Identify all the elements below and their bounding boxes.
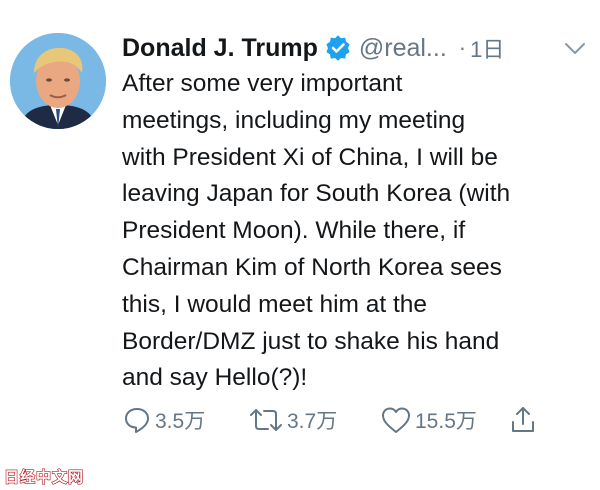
like-button[interactable]: 15.5万 (380, 403, 477, 437)
share-icon (508, 405, 538, 435)
reply-count: 3.5万 (155, 410, 206, 433)
tweet-actions: 3.5万 3.7万 15.5万 (122, 403, 562, 437)
author-handle[interactable]: @real... (359, 34, 447, 63)
tweet-text-line: After some very important (122, 70, 403, 97)
tweet-text-line: this, I would meet him at the (122, 290, 428, 318)
tweet-text-line: President Moon). While there, if (122, 217, 466, 245)
retweet-icon (248, 405, 284, 435)
share-button[interactable] (508, 403, 538, 437)
tweet-text: After some very important meetings, incl… (122, 66, 592, 397)
chevron-down-icon[interactable] (562, 38, 588, 58)
retweet-button[interactable]: 3.7万 (248, 403, 337, 437)
tweet-text-line: meetings, including my meeting (122, 106, 466, 134)
source-watermark: 日经中文网 (3, 468, 85, 486)
author-name[interactable]: Donald J. Trump (122, 34, 318, 63)
verified-badge-icon (325, 35, 351, 61)
tweet-timestamp[interactable]: 1日 (470, 32, 504, 64)
like-count: 15.5万 (415, 410, 477, 433)
tweet-text-line: leaving Japan for South Korea (with (122, 180, 511, 208)
reply-icon (122, 405, 152, 435)
tweet-text-line: and say Hello(?)! (122, 364, 308, 392)
tweet-header: Donald J. Trump @real... · 1日 (122, 30, 504, 66)
header-separator: · (458, 35, 467, 60)
retweet-count: 3.7万 (287, 410, 338, 433)
tweet-text-line: Border/DMZ just to shake his hand (122, 327, 500, 355)
reply-button[interactable]: 3.5万 (122, 403, 205, 437)
tweet-text-line: Chairman Kim of North Korea sees (122, 253, 502, 281)
tweet-card: Donald J. Trump @real... · 1日 After some… (0, 0, 600, 490)
tweet-text-line: with President Xi of China, I will be (122, 143, 498, 171)
profile-photo (10, 33, 106, 129)
heart-icon (380, 405, 412, 435)
avatar[interactable] (10, 33, 106, 129)
